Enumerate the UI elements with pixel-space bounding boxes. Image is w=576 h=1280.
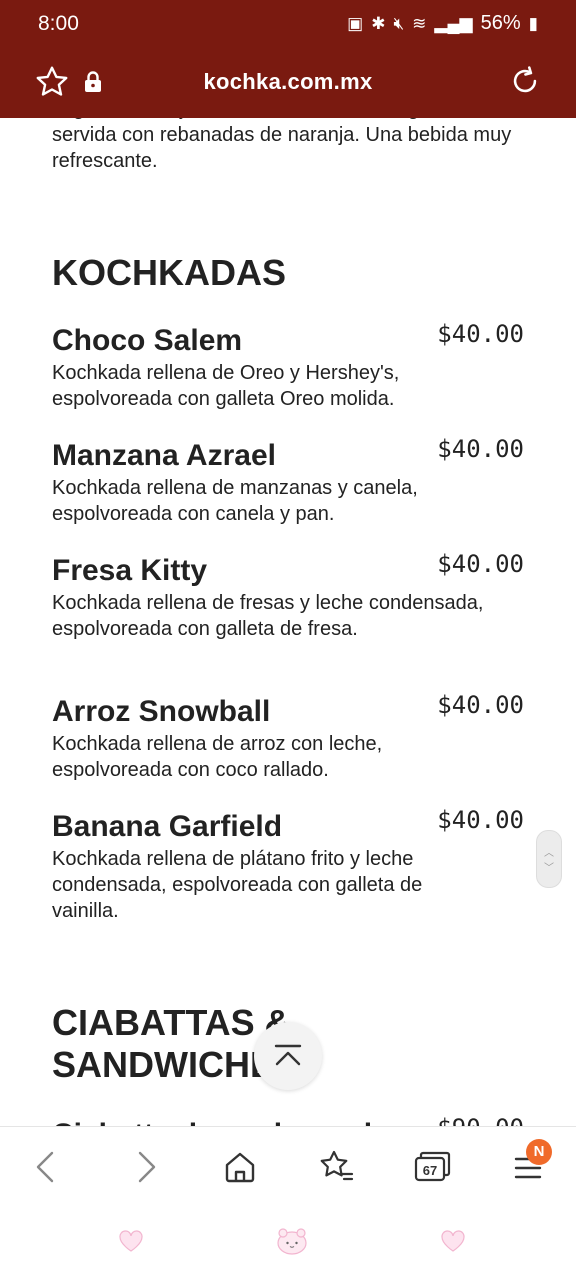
star-list-icon[interactable] (316, 1147, 356, 1187)
fast-scroll-handle[interactable]: ︿ ﹀ (536, 830, 562, 888)
navigation-gesture-bar (0, 1206, 576, 1280)
tab-count: 67 (423, 1163, 437, 1178)
item-price: $40.00 (437, 691, 524, 719)
heart-icon[interactable] (118, 1228, 144, 1254)
item-price: $90.00 (437, 1114, 524, 1126)
wifi-icon: ≋ (412, 13, 427, 33)
tabs-icon: 67 (414, 1151, 451, 1182)
cat-face-icon[interactable] (276, 1226, 308, 1256)
tabs-button[interactable]: 67 (412, 1147, 452, 1187)
menu-item: Ciabatta de pechuga de pavo $90.00 (52, 1114, 524, 1126)
item-description: Kochkada rellena de arroz con leche, esp… (52, 733, 383, 781)
scroll-to-top-button[interactable] (254, 1022, 322, 1090)
address-bar: kochka.com.mx (0, 50, 576, 118)
item-description: Kochkada rellena de Oreo y Hershey's, es… (52, 362, 400, 410)
url-text[interactable]: kochka.com.mx (0, 69, 576, 95)
status-time: 8:00 (38, 12, 79, 35)
item-price: $40.00 (437, 435, 524, 463)
reload-icon[interactable] (508, 64, 542, 98)
item-description: Kochkada rellena de fresas y leche conde… (52, 592, 484, 640)
item-price: $40.00 (437, 320, 524, 348)
menu-item: Manzana Azrael $40.00 Kochkada rellena d… (52, 435, 524, 527)
previous-item-description: Jugo de naranja natural mezclado con agu… (52, 118, 518, 172)
status-bar: 8:00 ▣ ✱ 🔇︎ ≋ ▂▄▆ 56% ▮ (0, 0, 576, 50)
status-icons: ▣ ✱ 🔇︎ ≋ ▂▄▆ 56% ▮ (347, 12, 538, 35)
battery-level: 56% (480, 12, 521, 34)
item-description: Kochkada rellena de manzanas y canela, e… (52, 477, 418, 525)
browser-toolbar: 67 (0, 1126, 576, 1207)
chevron-left-icon[interactable] (26, 1147, 66, 1187)
menu-item: Banana Garfield $40.00 Kochkada rellena … (52, 806, 524, 924)
item-price: $40.00 (437, 806, 524, 834)
scroll-to-top-icon (274, 1044, 302, 1066)
menu-notification-badge: N (526, 1139, 552, 1165)
chevron-up-icon: ︿ (544, 848, 554, 859)
bluetooth-icon: ✱ (371, 13, 386, 33)
item-description: Kochkada rellena de plátano frito y lech… (52, 848, 423, 922)
signal-icon: ▂▄▆ (434, 13, 473, 33)
item-price: $40.00 (437, 550, 524, 578)
home-icon[interactable] (220, 1147, 260, 1187)
chevron-down-icon: ﹀ (544, 863, 554, 874)
page-content: Jugo de naranja natural mezclado con agu… (0, 118, 576, 1126)
vpn-icon: ▣ (347, 13, 364, 33)
section-title-kochkadas: KOCHKADAS (52, 252, 286, 293)
menu-item: Choco Salem $40.00 Kochkada rellena de O… (52, 320, 524, 412)
chevron-right-icon[interactable] (126, 1147, 166, 1187)
menu-item: Arroz Snowball $40.00 Kochkada rellena d… (52, 691, 524, 783)
heart-icon[interactable] (440, 1228, 466, 1254)
menu-item: Fresa Kitty $40.00 Kochkada rellena de f… (52, 550, 524, 642)
battery-icon: ▮ (528, 13, 538, 33)
mute-icon: 🔇︎ (393, 13, 405, 33)
